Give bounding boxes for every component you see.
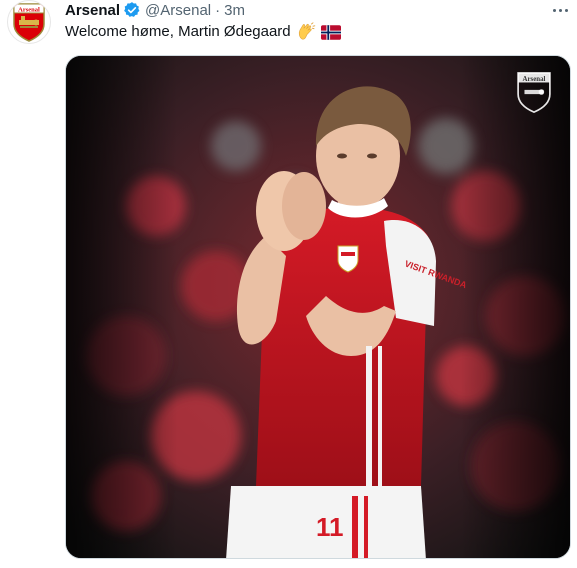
arsenal-avatar[interactable]: Arsenal — [7, 0, 51, 44]
tweet-header: Arsenal @Arsenal · 3m — [65, 0, 245, 20]
author-handle[interactable]: @Arsenal — [145, 2, 211, 19]
watermark-text: Arsenal — [523, 76, 546, 83]
arsenal-watermark-icon: Arsenal — [516, 70, 552, 114]
tweet-video-still[interactable]: VISIT RWANDA 11 Arsenal — [65, 55, 571, 559]
header-separator: · — [215, 1, 221, 19]
more-options-icon[interactable] — [548, 0, 572, 20]
tweet-text-row: Welcome høme, Martin Ødegaard — [65, 22, 341, 42]
tweet-timestamp[interactable]: 3m — [224, 2, 245, 19]
clapping-hands-icon — [296, 22, 316, 42]
tweet-text: Welcome høme, Martin Ødegaard — [65, 23, 291, 40]
tweet[interactable]: Arsenal Arsenal @Arsenal · 3m Welcome hø… — [0, 0, 577, 568]
player-photo: VISIT RWANDA 11 — [66, 56, 570, 558]
author-name[interactable]: Arsenal — [65, 2, 120, 19]
svg-text:Arsenal: Arsenal — [18, 7, 40, 14]
shorts-number: 11 — [316, 512, 344, 542]
verified-badge-icon — [123, 1, 141, 19]
norway-flag-icon — [320, 24, 341, 40]
arsenal-crest-icon: Arsenal — [13, 3, 45, 42]
